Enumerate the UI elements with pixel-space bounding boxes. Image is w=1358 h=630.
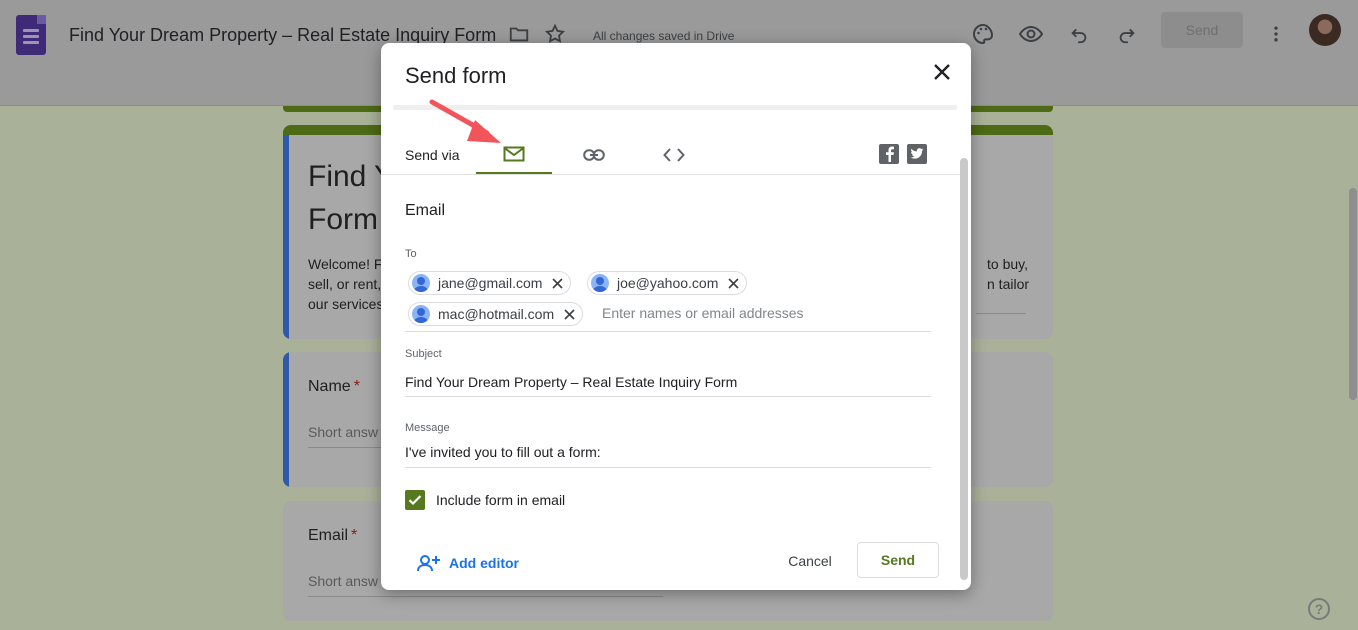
send-via-label: Send via [405,147,460,163]
dialog-scrollbar[interactable] [960,158,968,580]
cancel-button[interactable]: Cancel [777,543,843,579]
form-description-line-right: to buy, [987,256,1028,272]
form-title-fragment-2: Form [308,203,378,236]
help-icon[interactable]: ? [1308,598,1330,620]
person-icon [591,274,609,292]
to-label: To [405,248,417,260]
undo-icon[interactable] [1065,20,1093,48]
question-title: Email * [308,527,357,545]
form-description-line: our services [308,296,384,312]
link-icon [583,149,605,161]
tab-email[interactable] [476,135,552,175]
recipient-email: joe@yahoo.com [617,275,719,291]
remove-recipient-icon[interactable] [562,307,576,321]
short-answer-placeholder: Short answ [308,424,379,440]
header-send-button[interactable]: Send [1161,12,1243,48]
add-person-icon [417,555,440,572]
code-icon [663,148,685,162]
answer-underline [308,596,663,597]
recipient-email: jane@gmail.com [438,275,543,291]
form-description-line: Welcome! F [308,256,383,272]
facebook-icon[interactable] [879,144,899,164]
check-icon [408,495,422,506]
subject-field-underline [405,396,931,397]
recipient-chip[interactable]: jane@gmail.com [408,271,572,295]
mail-icon [503,146,525,161]
forms-logo-icon[interactable] [16,15,46,55]
eye-icon[interactable] [1017,20,1045,48]
remove-recipient-icon[interactable] [550,276,564,290]
add-editor-button[interactable]: Add editor [417,551,519,575]
to-field-underline [405,331,931,332]
required-mark: * [351,527,358,544]
include-form-checkbox[interactable] [405,490,425,510]
tab-link[interactable] [556,135,632,175]
add-editor-label: Add editor [449,555,519,571]
message-field-underline [405,467,931,468]
subject-field[interactable]: Find Your Dream Property – Real Estate I… [405,374,737,390]
form-description-line-right: n tailor [987,276,1030,292]
recipients-input[interactable] [602,305,822,321]
question-label: Name [308,378,351,395]
person-icon [412,305,430,323]
dialog-title: Send form [405,63,507,88]
remove-recipient-icon[interactable] [726,276,740,290]
short-answer-placeholder: Short answ [308,573,379,589]
more-vert-icon[interactable] [1262,20,1290,48]
section-title: Email [405,202,446,219]
question-label: Email [308,527,349,544]
tab-embed[interactable] [636,135,712,175]
recipient-email: mac@hotmail.com [438,306,555,322]
avatar[interactable] [1309,14,1341,46]
palette-icon[interactable] [969,20,997,48]
close-icon[interactable] [929,59,955,85]
page-scrollbar[interactable] [1349,188,1357,400]
twitter-icon[interactable] [907,144,927,164]
send-button[interactable]: Send [857,542,939,578]
question-title: Name * [308,378,360,396]
recipient-chip[interactable]: joe@yahoo.com [587,271,748,295]
recipient-chip[interactable]: mac@hotmail.com [408,302,584,326]
send-form-dialog: Send form Send via Email To jane@gmail.c… [381,43,971,590]
redo-icon[interactable] [1113,20,1141,48]
save-status: All changes saved in Drive [593,29,735,43]
subject-label: Subject [405,348,442,360]
message-field[interactable]: I've invited you to fill out a form: [405,444,601,460]
required-mark: * [353,378,360,395]
message-label: Message [405,422,450,434]
person-icon [412,274,430,292]
dialog-divider [393,105,957,110]
form-description-line: sell, or rent, [308,276,382,292]
description-underline [976,313,1026,314]
tabs-divider [381,174,961,175]
include-form-label[interactable]: Include form in email [436,492,565,508]
